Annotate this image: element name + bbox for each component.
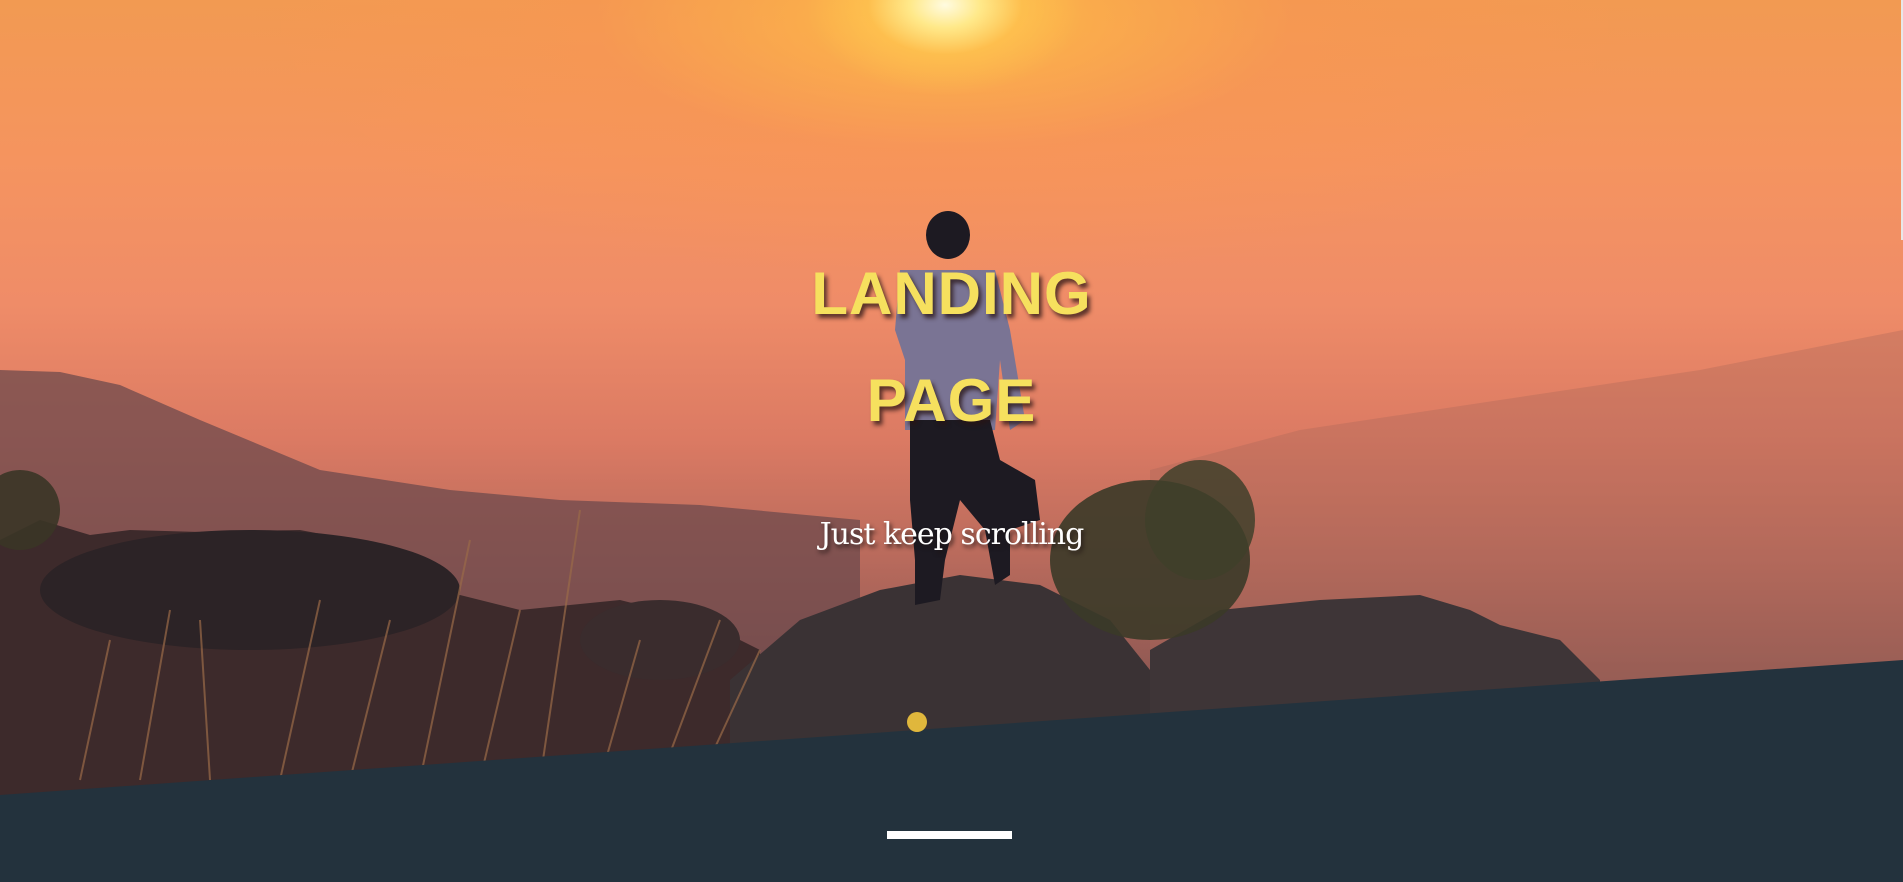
hero-title-line-2: PAGE [866, 367, 1037, 434]
hero-title-line-1: LANDING [811, 260, 1092, 327]
hero-tagline: Just keep scrolling [819, 517, 1085, 552]
landing-page: LANDING PAGE Just keep scrolling [0, 0, 1903, 882]
section-divider [887, 831, 1012, 839]
hero-title-block: LANDING PAGE [0, 240, 1903, 454]
